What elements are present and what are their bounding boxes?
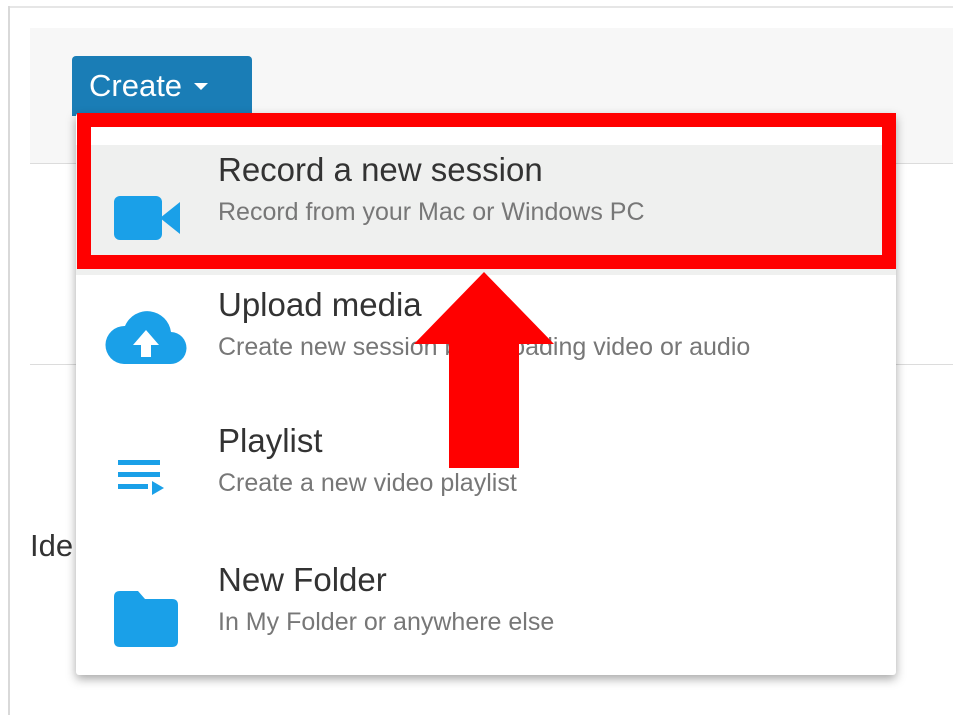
caret-down-icon bbox=[194, 82, 209, 90]
menu-item-new-folder[interactable]: New Folder In My Folder or anywhere else bbox=[76, 553, 896, 683]
menu-item-description: In My Folder or anywhere else bbox=[218, 608, 555, 636]
highlight-annotation-box bbox=[77, 113, 896, 269]
menu-item-title: Playlist bbox=[218, 422, 323, 459]
folder-icon bbox=[114, 591, 178, 647]
arrow-up-annotation-icon bbox=[414, 272, 554, 468]
menu-item-description: Create a new video playlist bbox=[218, 469, 517, 497]
create-button[interactable]: Create bbox=[72, 56, 252, 116]
window-left-border bbox=[8, 6, 10, 715]
create-button-label: Create bbox=[89, 68, 183, 103]
cloud-upload-icon bbox=[105, 311, 187, 365]
playlist-icon bbox=[118, 460, 164, 495]
background-partial-text: Ide bbox=[30, 528, 74, 563]
menu-item-title: New Folder bbox=[218, 561, 387, 598]
menu-item-title: Upload media bbox=[218, 286, 422, 323]
window-top-border bbox=[8, 6, 953, 8]
